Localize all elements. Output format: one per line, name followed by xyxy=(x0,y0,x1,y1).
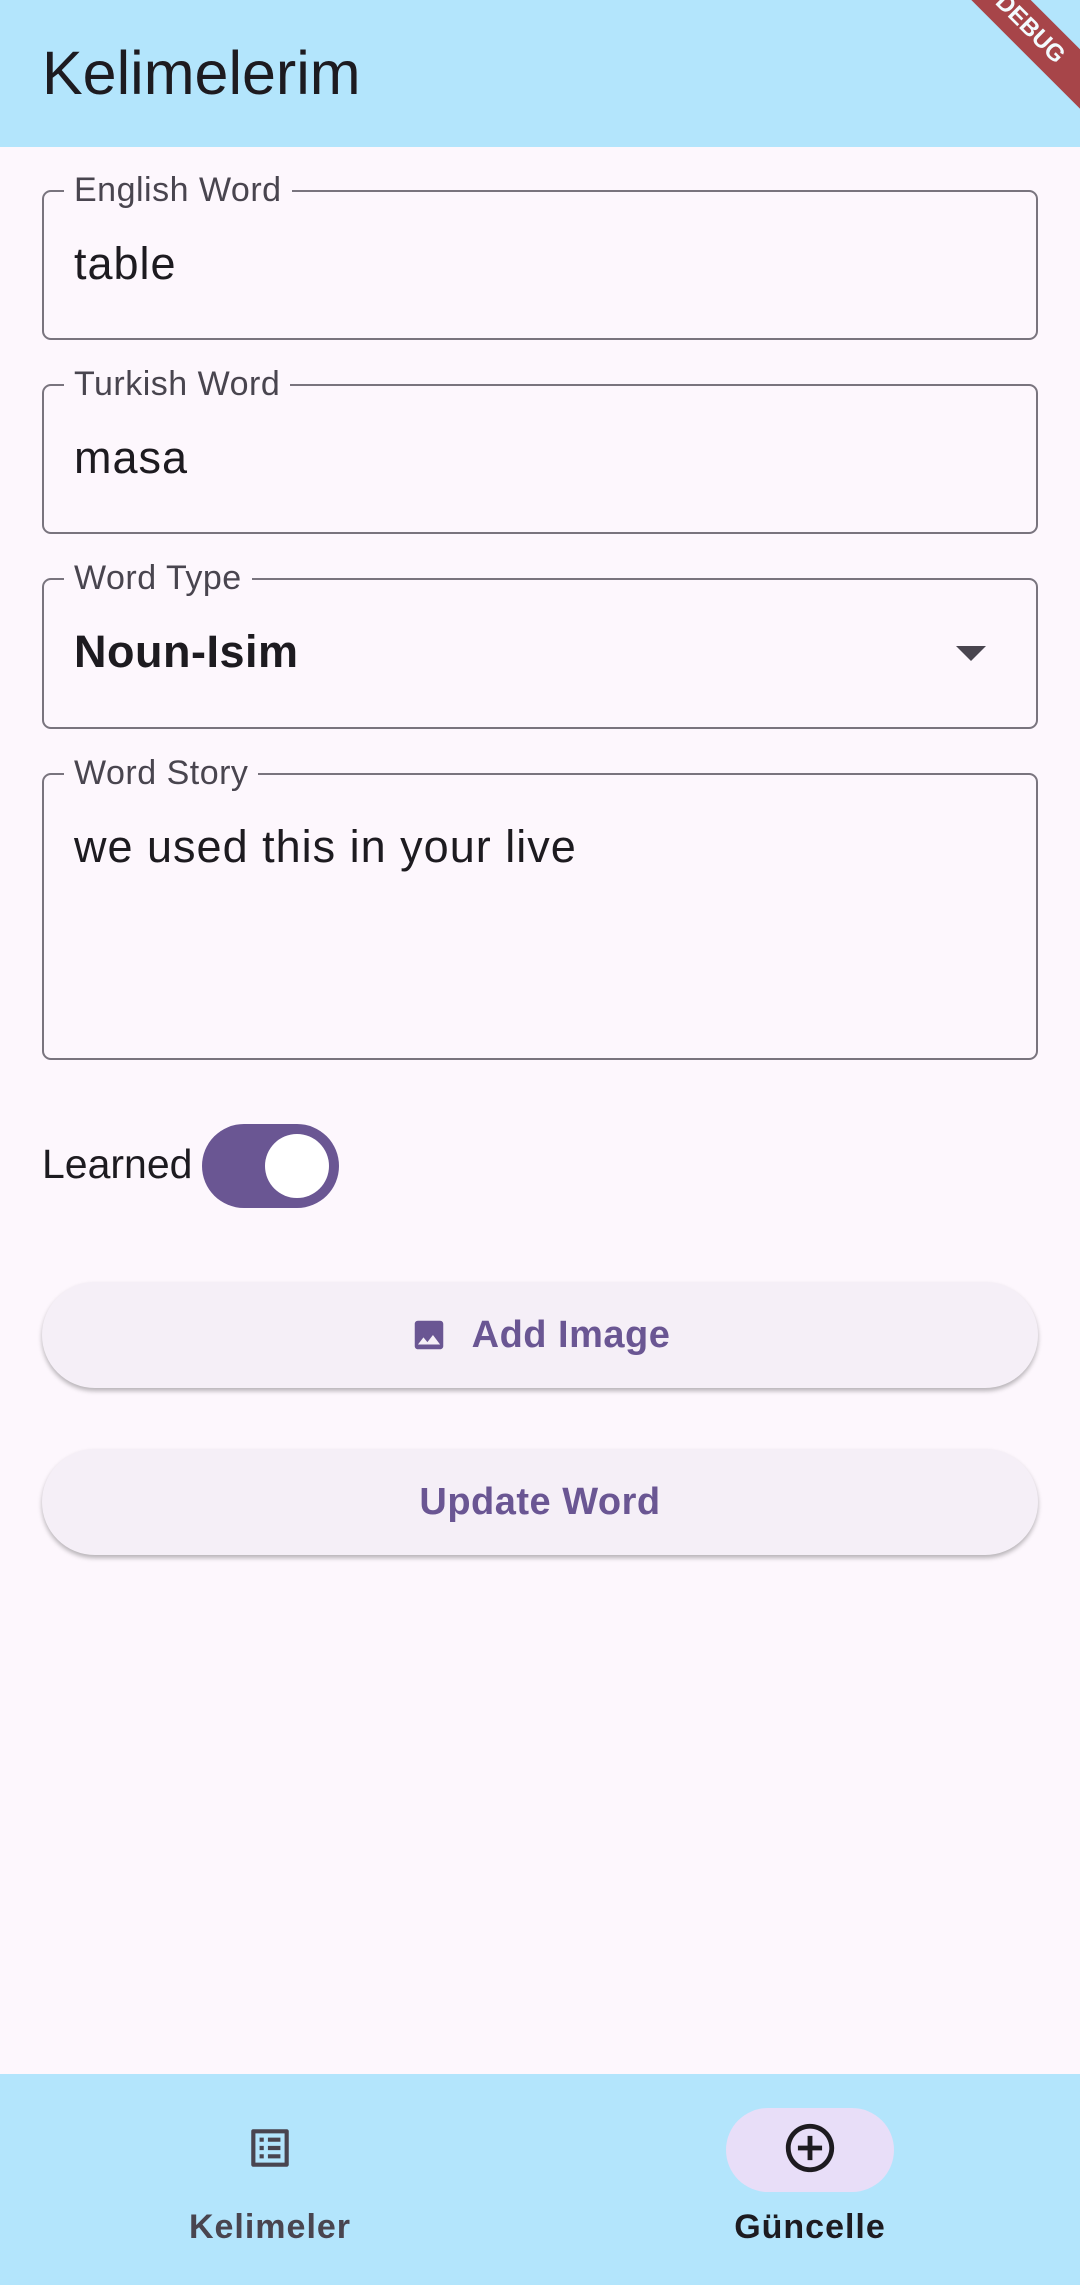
app-bar: Kelimelerim DEBUG xyxy=(0,0,1080,147)
switch-knob xyxy=(265,1134,329,1198)
word-story-label: Word Story xyxy=(64,753,259,793)
word-story-field[interactable]: Word Story we used this in your live xyxy=(42,753,1038,1060)
nav-item-guncelle[interactable]: Güncelle xyxy=(540,2074,1080,2285)
nav-item-kelimeler[interactable]: Kelimeler xyxy=(0,2074,540,2285)
add-circle-icon xyxy=(781,2119,839,2182)
list-icon xyxy=(245,2123,295,2178)
page-title: Kelimelerim xyxy=(42,39,361,107)
debug-banner: DEBUG xyxy=(937,0,1080,122)
turkish-word-value[interactable]: masa xyxy=(74,432,188,484)
nav-label-guncelle: Güncelle xyxy=(734,2208,886,2246)
image-icon xyxy=(410,1316,448,1354)
update-word-label: Update Word xyxy=(419,1480,661,1523)
screen: Kelimelerim DEBUG English Word table Tur… xyxy=(0,0,1080,2285)
english-word-field[interactable]: English Word table xyxy=(42,170,1038,340)
add-image-label: Add Image xyxy=(471,1313,671,1356)
word-type-dropdown[interactable]: Word Type Noun-Isim xyxy=(42,558,1038,729)
word-type-label: Word Type xyxy=(64,558,252,598)
learned-label: Learned xyxy=(42,1141,193,1187)
english-word-label: English Word xyxy=(64,170,292,210)
update-word-button[interactable]: Update Word xyxy=(42,1449,1038,1555)
dropdown-arrow-icon[interactable] xyxy=(956,646,986,661)
word-type-selected[interactable]: Noun-Isim xyxy=(74,626,299,678)
word-story-value[interactable]: we used this in your live xyxy=(74,821,577,873)
bottom-navigation: Kelimeler Güncelle xyxy=(0,2074,1080,2285)
turkish-word-field[interactable]: Turkish Word masa xyxy=(42,364,1038,534)
learned-switch[interactable] xyxy=(202,1124,339,1208)
nav-indicator xyxy=(186,2108,354,2192)
nav-indicator-active xyxy=(726,2108,894,2192)
english-word-value[interactable]: table xyxy=(74,238,177,290)
nav-label-kelimeler: Kelimeler xyxy=(188,2208,352,2246)
turkish-word-label: Turkish Word xyxy=(64,364,291,404)
add-image-button[interactable]: Add Image xyxy=(42,1282,1038,1388)
